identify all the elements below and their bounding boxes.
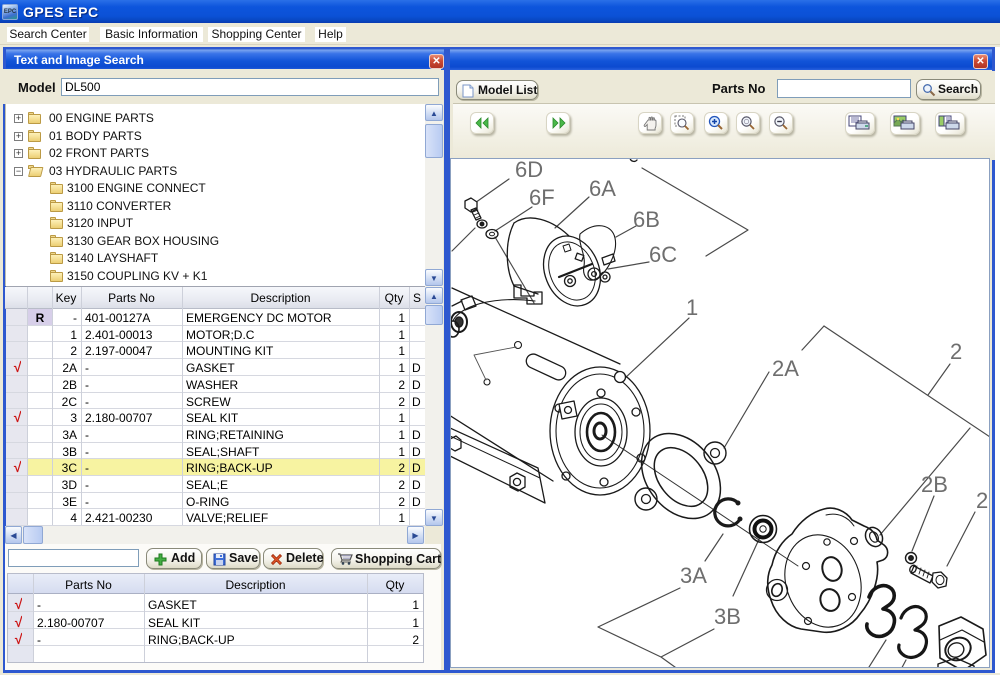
svg-text:2: 2 xyxy=(950,339,962,364)
svg-text:6D: 6D xyxy=(515,159,543,182)
svg-text:2B: 2B xyxy=(921,472,948,497)
svg-text:3B: 3B xyxy=(714,604,741,629)
svg-text:6F: 6F xyxy=(529,185,555,210)
svg-text:3A: 3A xyxy=(680,563,707,588)
svg-text:6C: 6C xyxy=(649,242,677,267)
svg-text:2A: 2A xyxy=(772,356,799,381)
svg-text:1: 1 xyxy=(686,295,698,320)
svg-text:6B: 6B xyxy=(633,207,660,232)
svg-text:2C: 2C xyxy=(976,488,989,513)
svg-text:6A: 6A xyxy=(589,176,616,201)
